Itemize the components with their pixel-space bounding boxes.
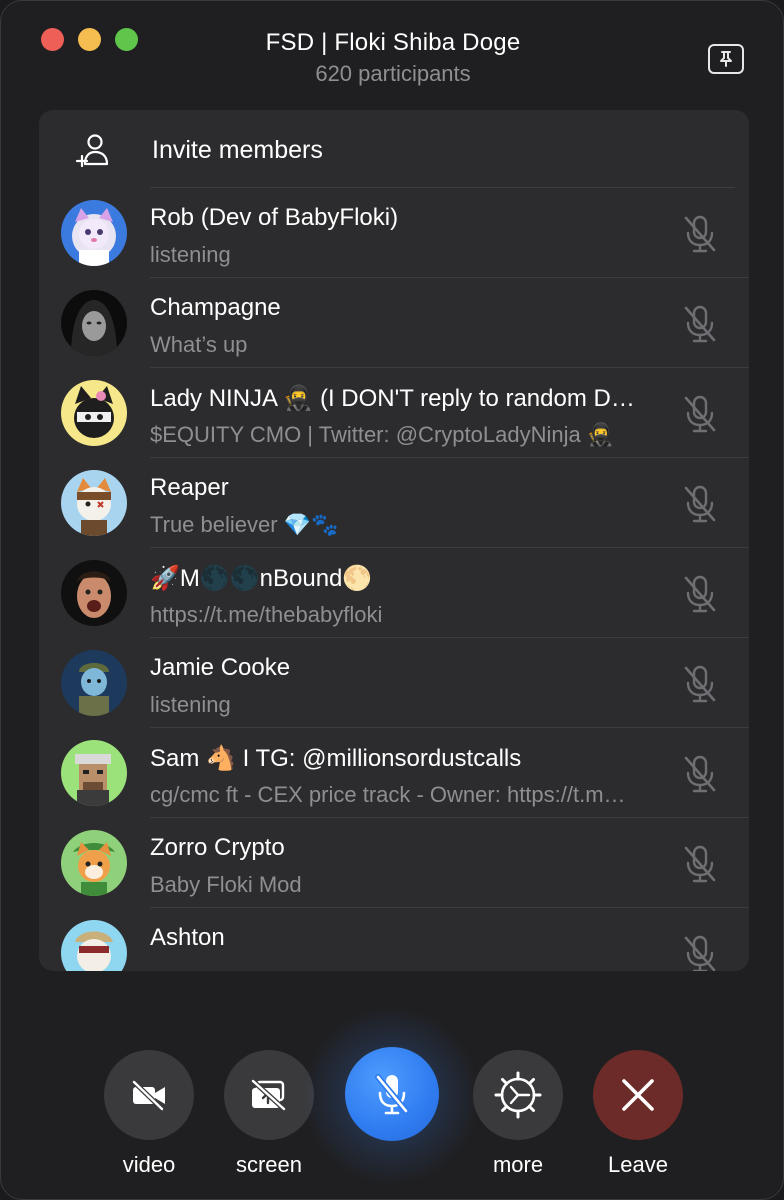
participant-status: Baby Floki Mod [150, 872, 302, 897]
participant-status: listening [150, 692, 231, 717]
settings-gear-icon [494, 1071, 542, 1119]
microphone-toggle-button[interactable] [345, 1047, 439, 1141]
participant-name: Zorro Crypto [150, 834, 285, 861]
participant-status: True believer 💎🐾 [150, 512, 339, 537]
participant-row[interactable]: 🚀M🌑🌑nBound🌕 https://t.me/thebabyfloki [39, 548, 749, 638]
participant-row[interactable]: Sam 🐴 I TG: @millionsordustcalls cg/cmc … [39, 728, 749, 818]
leave-label: Leave [608, 1152, 668, 1177]
participant-name: Reaper [150, 474, 229, 501]
mic-muted-icon [684, 305, 716, 343]
screen-label: screen [235, 1152, 303, 1177]
participants-panel: Invite members Rob (Dev of BabyFloki) li… [39, 110, 749, 971]
more-button[interactable] [473, 1050, 563, 1140]
avatar [61, 740, 127, 806]
avatar [61, 650, 127, 716]
avatar [61, 830, 127, 896]
leave-button[interactable] [593, 1050, 683, 1140]
participant-row[interactable]: Reaper True believer 💎🐾 [39, 458, 749, 548]
participant-name: Ashton [150, 924, 225, 951]
participant-name: Sam 🐴 I TG: @millionsordustcalls [150, 745, 522, 772]
add-user-icon [75, 134, 109, 168]
participant-name: 🚀M🌑🌑nBound🌕 [150, 565, 373, 592]
participant-name: Champagne [150, 294, 281, 321]
avatar [61, 560, 127, 626]
header: FSD | Floki Shiba Doge 620 participants [1, 29, 783, 87]
participant-name: Lady NINJA 🥷 (I DON'T reply to random D… [150, 385, 635, 412]
participant-name: Jamie Cooke [150, 654, 291, 681]
mic-muted-icon [684, 665, 716, 703]
participant-status: $EQUITY CMO | Twitter: @CryptoLadyNinja … [150, 422, 615, 447]
video-toggle-button[interactable] [104, 1050, 194, 1140]
mic-muted-icon [684, 845, 716, 883]
chat-title: FSD | Floki Shiba Doge [265, 29, 521, 56]
screen-share-off-icon [250, 1078, 287, 1112]
participant-row[interactable]: Zorro Crypto Baby Floki Mod [39, 818, 749, 908]
close-icon [622, 1079, 654, 1111]
mic-muted-icon [375, 1074, 409, 1115]
video-label: video [122, 1152, 176, 1177]
participant-row[interactable]: Ashton [39, 908, 749, 971]
avatar [61, 470, 127, 536]
mic-muted-icon [684, 395, 716, 433]
pin-icon [720, 51, 732, 67]
participant-status: listening [150, 242, 231, 267]
avatar [61, 920, 127, 971]
mic-muted-icon [684, 575, 716, 613]
participant-status: https://t.me/thebabyfloki [150, 602, 383, 627]
participant-row[interactable]: Champagne What’s up [39, 278, 749, 368]
mic-muted-icon [684, 755, 716, 793]
participant-row[interactable]: Lady NINJA 🥷 (I DON'T reply to random D…… [39, 368, 749, 458]
avatar [61, 380, 127, 446]
invite-members-label: Invite members [152, 136, 323, 164]
voice-chat-window: FSD | Floki Shiba Doge 620 participants … [0, 0, 784, 1200]
avatar [61, 290, 127, 356]
more-label: more [492, 1152, 544, 1177]
participant-status: What’s up [150, 332, 248, 357]
participant-row[interactable]: Rob (Dev of BabyFloki) listening [39, 188, 749, 278]
invite-members-button[interactable]: Invite members [39, 110, 749, 188]
participant-name: Rob (Dev of BabyFloki) [150, 204, 399, 231]
video-off-icon [131, 1079, 165, 1111]
mic-muted-icon [684, 485, 716, 523]
participant-row[interactable]: Jamie Cooke listening [39, 638, 749, 728]
avatar [61, 200, 127, 266]
participant-status: cg/cmc ft - CEX price track - Owner: htt… [150, 782, 626, 807]
pin-window-button[interactable] [708, 44, 744, 74]
mic-muted-icon [684, 215, 716, 253]
mic-muted-icon [684, 935, 716, 971]
participant-count: 620 participants [315, 61, 471, 86]
